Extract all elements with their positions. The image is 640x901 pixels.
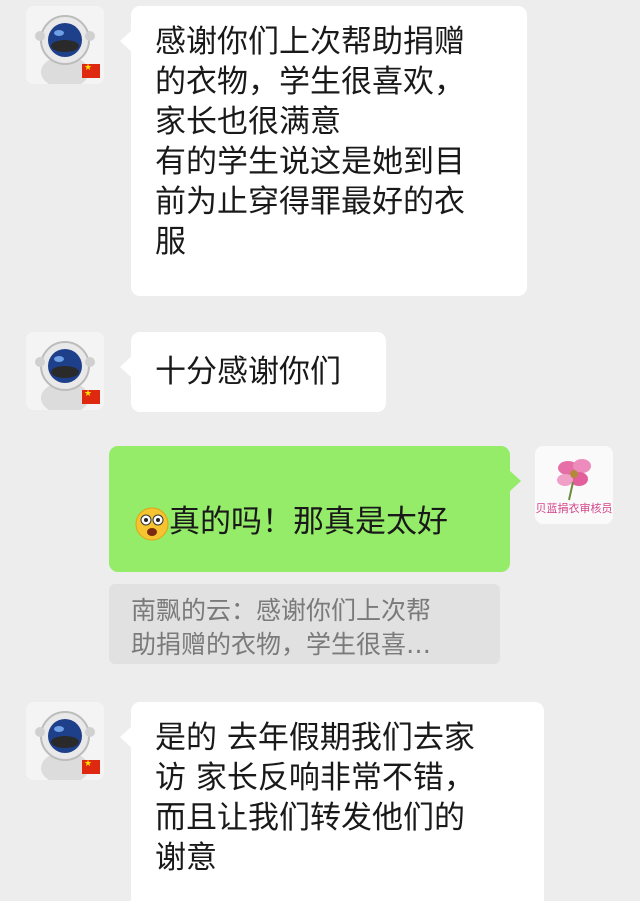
message-bubble[interactable]: 是的 去年假期我们去家 访 家长反响非常不错， 而且让我们转发他们的 谢意 [120, 702, 544, 901]
quoted-text-line: 助捐赠的衣物，学生很喜… [131, 630, 432, 659]
quoted-text-line: 南飘的云：感谢你们上次帮 [131, 596, 432, 625]
surprised-face-emoji [135, 507, 169, 540]
contact-avatar[interactable] [26, 702, 104, 780]
contact-avatar[interactable] [26, 332, 104, 410]
contact-avatar[interactable] [26, 6, 104, 84]
message-bubble[interactable]: 感谢你们上次帮助捐赠 的衣物，学生很喜欢， 家长也很满意 有的学生说这是她到目 … [120, 6, 527, 296]
my-message-bubble[interactable]: 真的吗！那真是太好 了 [109, 446, 521, 620]
china-flag-icon [82, 759, 100, 774]
china-flag-icon [82, 63, 100, 78]
china-flag-icon [82, 389, 100, 404]
message-bubble[interactable]: 十分感谢你们 [120, 332, 386, 412]
my-avatar-caption: 贝蓝捐衣审核员 [535, 502, 613, 515]
message-text-line: 真的吗！那真是太好 [169, 504, 448, 540]
my-avatar[interactable]: 贝蓝捐衣审核员 [535, 446, 613, 524]
quoted-message[interactable]: 南飘的云：感谢你们上次帮 助捐赠的衣物，学生很喜… [109, 584, 500, 664]
